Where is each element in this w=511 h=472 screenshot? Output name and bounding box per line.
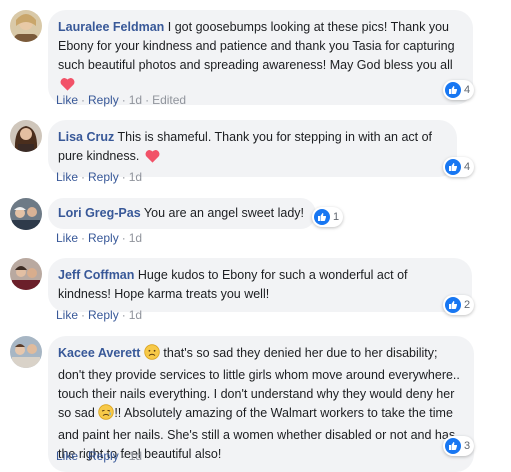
timestamp[interactable]: 1d [129, 449, 142, 463]
avatar[interactable] [10, 198, 42, 230]
comment-author[interactable]: Lisa Cruz [58, 130, 114, 144]
comment-bubble: Jeff Coffman Huge kudos to Ebony for suc… [48, 258, 472, 312]
reaction-number: 3 [464, 440, 471, 452]
comment-text: This is shameful. Thank you for stepping… [58, 130, 433, 163]
like-button[interactable]: Like [56, 231, 78, 245]
timestamp[interactable]: 1d [129, 170, 142, 184]
reaction-count[interactable]: 1 [312, 207, 344, 227]
avatar[interactable] [10, 258, 42, 290]
timestamp[interactable]: 1d [129, 93, 142, 107]
comment-author[interactable]: Lauralee Feldman [58, 20, 164, 34]
like-button[interactable]: Like [56, 93, 78, 107]
sad-face-icon [144, 344, 160, 366]
like-icon [314, 209, 330, 225]
reaction-count[interactable]: 3 [443, 436, 475, 456]
comment-bubble: Lauralee Feldman I got goosebumps lookin… [48, 10, 473, 105]
like-icon [445, 297, 461, 313]
comment-author[interactable]: Jeff Coffman [58, 268, 134, 282]
comment-actions: Like · Reply · 1d [56, 449, 143, 463]
reply-button[interactable]: Reply [88, 231, 119, 245]
reaction-count[interactable]: 4 [443, 80, 475, 100]
reply-button[interactable]: Reply [88, 93, 119, 107]
edited-label[interactable]: Edited [152, 93, 186, 107]
like-icon [445, 82, 461, 98]
comment-actions: Like · Reply · 1d [56, 231, 143, 245]
comment-actions: Like · Reply · 1d [56, 170, 143, 184]
tired-face-icon [98, 404, 115, 426]
timestamp[interactable]: 1d [129, 308, 142, 322]
comment-text: You are an angel sweet lady! [143, 206, 304, 220]
reaction-number: 4 [464, 84, 471, 96]
comment-author[interactable]: Kacee Averett [58, 346, 140, 360]
reply-button[interactable]: Reply [88, 449, 119, 463]
comment-bubble: Lori Greg-Pas You are an angel sweet lad… [48, 198, 316, 229]
like-button[interactable]: Like [56, 449, 78, 463]
reaction-number: 4 [464, 161, 471, 173]
avatar[interactable] [10, 120, 42, 152]
reply-button[interactable]: Reply [88, 170, 119, 184]
reply-button[interactable]: Reply [88, 308, 119, 322]
reaction-count[interactable]: 2 [443, 295, 475, 315]
reaction-number: 1 [333, 211, 340, 223]
like-icon [445, 438, 461, 454]
comment-actions: Like · Reply · 1d [56, 308, 143, 322]
avatar[interactable] [10, 336, 42, 368]
reaction-count[interactable]: 4 [443, 157, 475, 177]
reaction-number: 2 [464, 299, 471, 311]
comment-actions: Like · Reply · 1d · Edited [56, 93, 187, 107]
comment-author[interactable]: Lori Greg-Pas [58, 206, 141, 220]
timestamp[interactable]: 1d [129, 231, 142, 245]
avatar[interactable] [10, 10, 42, 42]
heart-icon [145, 149, 160, 169]
like-button[interactable]: Like [56, 308, 78, 322]
like-icon [445, 159, 461, 175]
comment-bubble: Lisa Cruz This is shameful. Thank you fo… [48, 120, 457, 177]
like-button[interactable]: Like [56, 170, 78, 184]
